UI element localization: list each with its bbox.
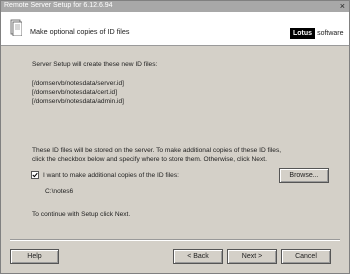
dialog-header: Make optional copies of ID files Lotus s… [1, 12, 349, 46]
header-title: Make optional copies of ID files [30, 27, 130, 36]
explain-line-1: These ID files will be stored on the ser… [32, 147, 282, 154]
browse-button[interactable]: Browse... [279, 168, 329, 183]
copy-id-files-checkbox[interactable] [31, 171, 39, 179]
window-title: Remote Server Setup for 6.12.6.94 [4, 2, 113, 9]
document-icon [10, 19, 22, 36]
intro-text: Server Setup will create these new ID fi… [32, 61, 158, 68]
checkmark-icon [32, 172, 38, 178]
continue-text: To continue with Setup click Next. [32, 211, 131, 218]
close-icon[interactable]: × [340, 1, 345, 12]
selected-path: C:\notes6 [45, 188, 74, 195]
next-button[interactable]: Next > [227, 249, 277, 264]
lotus-software-logo: Lotus software [290, 27, 344, 39]
explain-line-2: click the checkbox below and specify whe… [32, 156, 267, 163]
cancel-button[interactable]: Cancel [281, 249, 331, 264]
setup-dialog: Remote Server Setup for 6.12.6.94 × Make… [0, 0, 350, 274]
back-button[interactable]: < Back [173, 249, 223, 264]
help-button[interactable]: Help [10, 249, 59, 264]
title-bar: Remote Server Setup for 6.12.6.94 × [1, 1, 349, 12]
button-divider [10, 239, 340, 241]
checkbox-label: I want to make additional copies of the … [43, 172, 179, 179]
file-path-admin: [/domservb/notesdata/admin.id] [32, 98, 124, 105]
lotus-logo-text: Lotus [290, 27, 316, 39]
file-path-server: [/domservb/notesdata/server.id] [32, 80, 124, 87]
file-path-cert: [/domservb/notesdata/cert.id] [32, 89, 118, 96]
software-logo-text: software [317, 29, 344, 37]
